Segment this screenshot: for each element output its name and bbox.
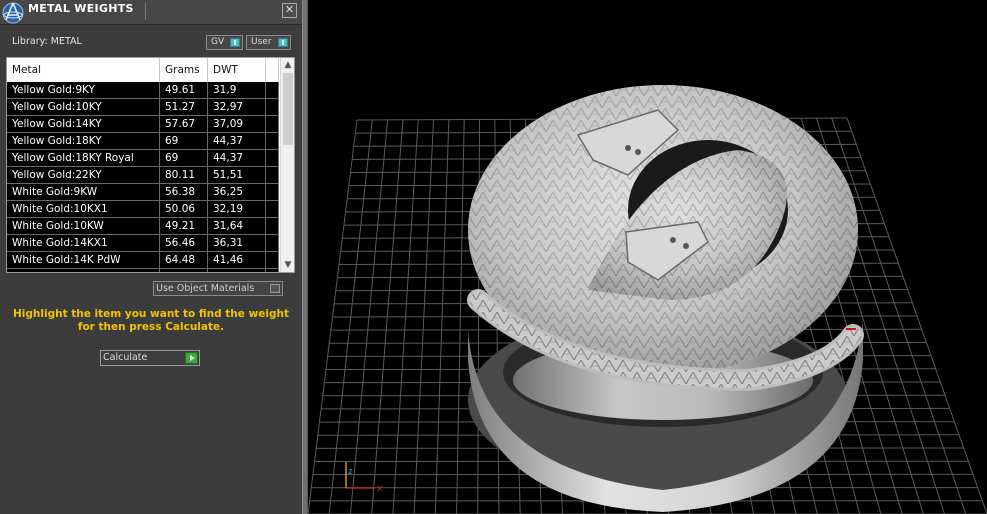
dwt-cell: 44,37: [208, 133, 266, 150]
table-row[interactable]: Yellow Gold:18KY Royal 69 44,37: [7, 150, 279, 167]
3d-viewport[interactable]: z x: [308, 0, 987, 514]
row-spacer: [266, 133, 279, 150]
use-object-materials-checkbox[interactable]: Use Object Materials: [153, 281, 283, 296]
metal-cell: White Gold:14KW: [7, 269, 160, 272]
dwt-cell: 41,46: [208, 252, 266, 269]
metal-cell: White Gold:9KW: [7, 184, 160, 201]
table-scrollbar[interactable]: ▲ ▼: [280, 58, 294, 272]
play-arrow-icon: [185, 352, 198, 364]
gv-toggle-label: GV: [211, 37, 225, 47]
metal-weights-panel: METAL WEIGHTS ✕ Library: METAL GV User M…: [0, 0, 302, 514]
row-spacer: [266, 218, 279, 235]
axis-gizmo: z x: [345, 462, 383, 494]
checkbox-indicator-icon: [270, 284, 280, 293]
dwt-cell: 51,51: [208, 167, 266, 184]
grams-cell: 58.36: [160, 269, 208, 272]
table-row[interactable]: White Gold:14KW58.3637,53: [7, 269, 279, 272]
table-body: Yellow Gold:9KY 49.61 31,9 Yellow Gold:10KY…: [7, 82, 279, 272]
dwt-cell: 31,9: [208, 82, 266, 99]
table-row[interactable]: White Gold:9KW 56.38 36,25: [7, 184, 279, 201]
grams-cell: 64.48: [160, 252, 208, 269]
dwt-cell: 36,25: [208, 184, 266, 201]
axis-z-label: z: [348, 467, 353, 477]
panel-title: METAL WEIGHTS: [28, 2, 146, 20]
close-icon: ✕: [284, 3, 295, 16]
red-marker: [846, 328, 856, 330]
toggle-switch-icon: [278, 38, 288, 47]
row-spacer: [266, 201, 279, 218]
table-row[interactable]: White Gold:14K PdW 64.48 41,46: [7, 252, 279, 269]
calculate-button[interactable]: Calculate: [100, 350, 200, 366]
grams-cell: 51.27: [160, 99, 208, 116]
snake-ring-model[interactable]: [467, 85, 864, 512]
row-spacer: [266, 235, 279, 252]
gv-toggle[interactable]: GV: [206, 35, 243, 50]
scrollbar-thumb[interactable]: [283, 73, 293, 145]
dwt-cell: 37,09: [208, 116, 266, 133]
column-header-dwt[interactable]: DWT: [208, 58, 266, 82]
metal-cell: Yellow Gold:14KY: [7, 116, 160, 133]
grams-cell: 69: [160, 133, 208, 150]
close-button[interactable]: ✕: [282, 3, 297, 18]
dwt-cell: 37,53: [208, 269, 266, 272]
panel-titlebar[interactable]: METAL WEIGHTS ✕: [0, 0, 302, 25]
table-row[interactable]: Yellow Gold:18KY 69 44,37: [7, 133, 279, 150]
row-spacer: [266, 99, 279, 116]
column-header-grams[interactable]: Grams: [160, 58, 208, 82]
dwt-cell: 36,31: [208, 235, 266, 252]
table-header: Metal Grams DWT: [7, 58, 279, 82]
toggle-switch-icon: [230, 38, 240, 47]
table-row[interactable]: Yellow Gold:10KY 51.27 32,97: [7, 99, 279, 116]
dwt-cell: 32,19: [208, 201, 266, 218]
row-spacer: [266, 269, 279, 272]
row-spacer: [266, 252, 279, 269]
metal-cell: White Gold:14K PdW: [7, 252, 160, 269]
user-toggle-label: User: [251, 37, 272, 47]
grams-cell: 56.38: [160, 184, 208, 201]
metal-weights-table[interactable]: Metal Grams DWT Yellow Gold:9KY 49.61 31,9…: [6, 57, 295, 273]
metal-cell: White Gold:10KX1: [7, 201, 160, 218]
metal-cell: Yellow Gold:10KY: [7, 99, 160, 116]
metal-cell: Yellow Gold:18KY Royal: [7, 150, 160, 167]
table-row[interactable]: Yellow Gold:9KY 49.61 31,9: [7, 82, 279, 99]
metal-cell: Yellow Gold:9KY: [7, 82, 160, 99]
user-toggle[interactable]: User: [246, 35, 291, 50]
dwt-cell: 31,64: [208, 218, 266, 235]
table-row[interactable]: White Gold:10KX1 50.06 32,19: [7, 201, 279, 218]
grams-cell: 57.67: [160, 116, 208, 133]
grams-cell: 69: [160, 150, 208, 167]
use-object-materials-label: Use Object Materials: [156, 283, 255, 294]
axis-x-label: x: [377, 484, 383, 494]
grams-cell: 56.46: [160, 235, 208, 252]
dwt-cell: 44,37: [208, 150, 266, 167]
column-header-spacer: [266, 58, 279, 82]
metal-cell: Yellow Gold:18KY: [7, 133, 160, 150]
chevron-down-icon[interactable]: ▼: [281, 258, 294, 272]
grams-cell: 49.61: [160, 82, 208, 99]
row-spacer: [266, 167, 279, 184]
grams-cell: 49.21: [160, 218, 208, 235]
dwt-cell: 32,97: [208, 99, 266, 116]
table-row[interactable]: Yellow Gold:14KY 57.67 37,09: [7, 116, 279, 133]
table-row[interactable]: Yellow Gold:22KY 80.11 51,51: [7, 167, 279, 184]
row-spacer: [266, 184, 279, 201]
app-window: METAL WEIGHTS ✕ Library: METAL GV User M…: [0, 0, 987, 514]
library-label: Library: METAL: [12, 36, 82, 47]
table-row[interactable]: White Gold:14KX1 56.46 36,31: [7, 235, 279, 252]
row-spacer: [266, 150, 279, 167]
row-spacer: [266, 116, 279, 133]
metal-cell: White Gold:10KW: [7, 218, 160, 235]
grams-cell: 80.11: [160, 167, 208, 184]
instruction-text: Highlight the item you want to find the …: [13, 308, 289, 333]
metal-cell: Yellow Gold:22KY: [7, 167, 160, 184]
app-logo-icon: [2, 2, 24, 24]
row-spacer: [266, 82, 279, 99]
column-header-metal[interactable]: Metal: [7, 58, 160, 82]
metal-cell: White Gold:14KX1: [7, 235, 160, 252]
chevron-up-icon[interactable]: ▲: [281, 58, 294, 72]
viewport-scene: z x: [308, 85, 987, 514]
calculate-label: Calculate: [103, 352, 148, 363]
table-row[interactable]: White Gold:10KW 49.21 31,64: [7, 218, 279, 235]
grams-cell: 50.06: [160, 201, 208, 218]
